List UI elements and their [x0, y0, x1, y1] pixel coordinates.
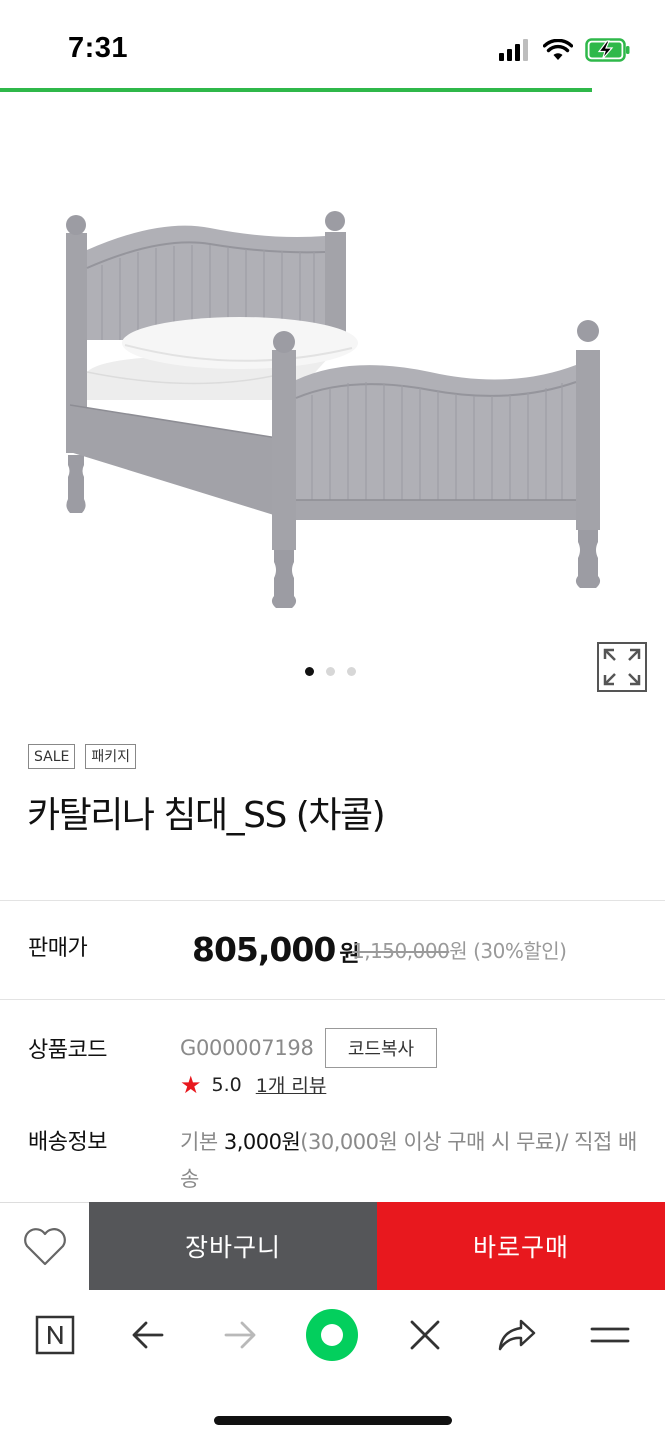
buy-now-button[interactable]: 바로구매 [377, 1202, 665, 1290]
original-price-unit: 원 [449, 939, 468, 963]
status-bar: 7:31 [0, 0, 665, 88]
naver-n-icon [35, 1315, 75, 1355]
forward-button[interactable] [210, 1310, 270, 1360]
home-indicator[interactable] [214, 1416, 452, 1425]
menu-button[interactable] [580, 1310, 640, 1360]
heart-icon [23, 1227, 66, 1265]
pagination-dot-3[interactable] [347, 667, 356, 676]
arrow-right-icon [224, 1321, 256, 1349]
close-icon [410, 1320, 440, 1350]
price-label: 판매가 [28, 936, 88, 961]
add-to-cart-button[interactable]: 장바구니 [89, 1202, 377, 1290]
package-badge: 패키지 [85, 744, 137, 769]
status-time: 7:31 [68, 32, 129, 64]
product-rating: ★ 5.0 1개 리뷰 [180, 1071, 326, 1098]
wifi-icon [543, 39, 573, 60]
battery-charging-icon [585, 38, 630, 62]
original-price-value: 1,150,000 [352, 939, 450, 963]
product-image[interactable] [0, 160, 665, 630]
star-icon: ★ [180, 1070, 202, 1099]
back-button[interactable] [118, 1310, 178, 1360]
product-code-value: G000007198 [180, 1036, 314, 1060]
divider [0, 999, 665, 1000]
discount-rate: (30%할인) [473, 939, 567, 963]
rating-score: 5.0 [211, 1073, 242, 1096]
copy-code-button[interactable]: 코드복사 [325, 1028, 437, 1068]
arrow-left-icon [132, 1321, 164, 1349]
close-tab-button[interactable] [395, 1310, 455, 1360]
share-button[interactable] [487, 1310, 547, 1360]
sale-price-value: 805,000 [192, 930, 336, 969]
page-load-progress-bar [0, 88, 592, 92]
menu-icon [590, 1327, 630, 1343]
purchase-action-bar: 장바구니 바로구매 [0, 1202, 665, 1290]
shipping-info: 기본 3,000원(30,000원 이상 구매 시 무료)/ 직접 배송 [180, 1124, 650, 1198]
pagination-dot-2[interactable] [326, 667, 335, 676]
expand-image-button[interactable] [597, 642, 647, 692]
status-icons [499, 38, 631, 62]
share-icon [498, 1319, 536, 1351]
naver-green-dot-button[interactable] [302, 1309, 362, 1361]
shipping-label: 배송정보 [28, 1130, 107, 1155]
divider [0, 900, 665, 901]
review-count-link[interactable]: 1개 리뷰 [256, 1071, 327, 1098]
expand-icon [603, 648, 641, 686]
product-badges: SALE 패키지 [28, 744, 137, 769]
bed-illustration [66, 211, 601, 608]
cellular-signal-icon [499, 39, 528, 61]
wishlist-button[interactable] [0, 1202, 89, 1290]
sale-price: 805,000 원 [192, 930, 360, 969]
shipping-fee: 3,000원 [223, 1130, 301, 1154]
shipping-prefix: 기본 [180, 1130, 218, 1154]
naver-green-dot-icon [306, 1309, 358, 1361]
product-title: 카탈리나 침대_SS (차콜) [27, 795, 386, 836]
sale-badge: SALE [28, 744, 76, 769]
pagination-dot-1[interactable] [305, 667, 314, 676]
naver-home-button[interactable] [25, 1310, 85, 1360]
product-code-label: 상품코드 [28, 1038, 107, 1063]
original-price: 1,150,000원 (30%할인) [352, 935, 567, 964]
image-pagination-dots [305, 667, 356, 676]
